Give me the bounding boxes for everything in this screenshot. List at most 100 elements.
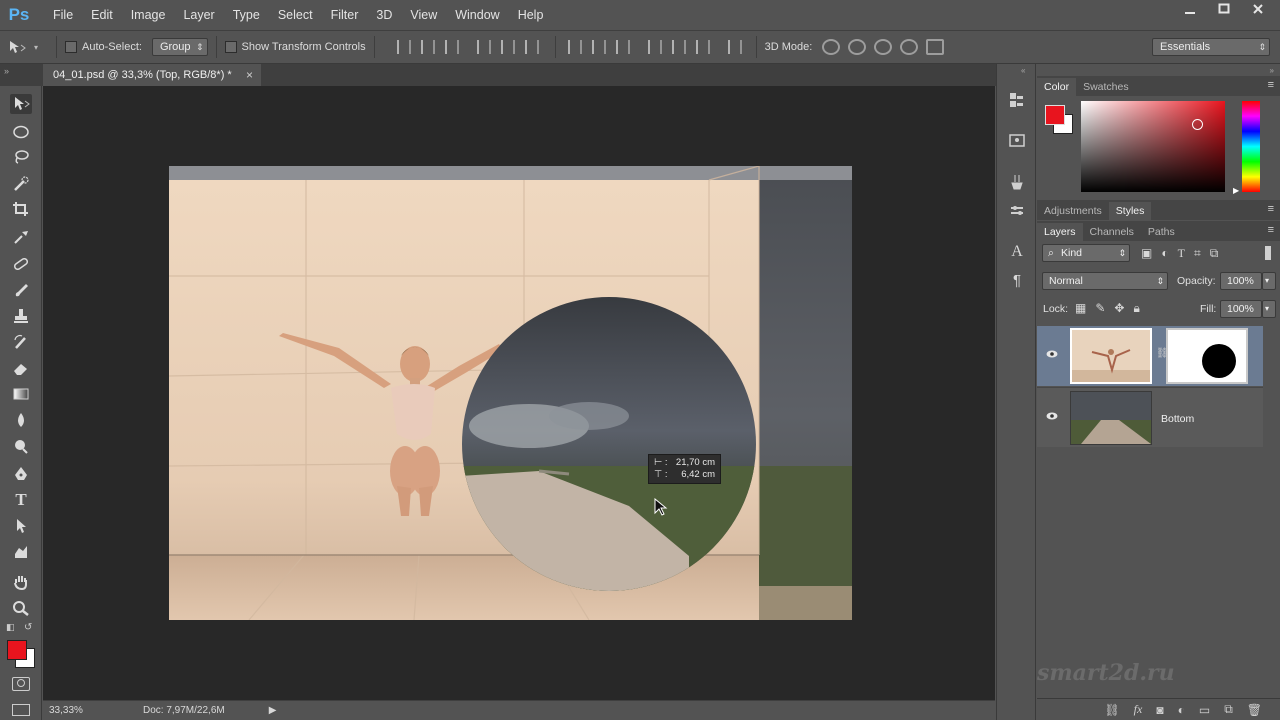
distribute-right-icon[interactable] [695,40,710,54]
default-colors-icon[interactable]: ◧ [6,622,15,633]
menu-file[interactable]: File [44,0,82,30]
align-right-icon[interactable] [524,40,539,54]
new-adjustment-layer-icon[interactable]: ◐ [1178,703,1185,717]
3d-rotate-icon[interactable] [822,39,841,55]
distribute-bottom-icon[interactable] [615,40,630,54]
quick-select-icon[interactable] [10,174,32,194]
eraser-icon[interactable] [10,358,32,378]
align-top-icon[interactable] [396,40,411,54]
custom-shape-icon[interactable] [10,542,32,562]
tab-swatches[interactable]: Swatches [1076,78,1136,96]
tab-channels[interactable]: Channels [1083,223,1141,241]
panel-menu-icon[interactable]: ≡ [1268,79,1274,91]
layer-thumbnail-top[interactable] [1070,328,1152,384]
hue-slider[interactable] [1242,101,1260,192]
distribute-top-icon[interactable] [567,40,582,54]
visibility-eye-icon[interactable] [1046,410,1058,422]
menu-type[interactable]: Type [224,0,269,30]
lock-pixels-icon[interactable]: ✎ [1095,301,1105,316]
blend-mode-dropdown[interactable]: Normal ⇕ [1042,272,1168,290]
tab-adjustments[interactable]: Adjustments [1037,202,1109,220]
filter-smart-object-icon[interactable]: ⧉ [1210,246,1219,261]
menu-filter[interactable]: Filter [322,0,368,30]
filter-type-icon[interactable]: T [1178,246,1185,261]
eyedropper-icon[interactable] [10,226,32,246]
properties-panel-icon[interactable] [1007,130,1027,150]
fill-dropdown-icon[interactable]: ▾ [1262,300,1276,318]
crop-icon[interactable] [10,199,32,219]
document-tab[interactable]: 04_01.psd @ 33,3% (Top, RGB/8*) * × [43,64,261,86]
brush-icon[interactable] [10,280,32,300]
move-tool-icon[interactable] [10,94,32,114]
preset-dropdown-icon[interactable]: ▾ [34,43,38,52]
lasso-icon[interactable] [10,147,32,167]
clone-source-panel-icon[interactable] [1007,200,1027,220]
distribute-hcenter-icon[interactable] [671,40,686,54]
menu-view[interactable]: View [401,0,446,30]
menu-help[interactable]: Help [509,0,553,30]
auto-select-dropdown[interactable]: Group [151,38,208,56]
3d-scale-icon[interactable] [926,39,945,55]
collapse-dock-icon[interactable]: « [1021,66,1025,75]
3d-drag-icon[interactable] [874,39,893,55]
layer-row-top[interactable]: ⛓︎ [1037,326,1263,386]
quick-mask-icon[interactable] [12,677,30,691]
swap-colors-icon[interactable]: ↺ [24,622,32,633]
lock-position-icon[interactable]: ✥ [1114,301,1124,316]
menu-3d[interactable]: 3D [367,0,401,30]
delete-layer-icon[interactable]: 🗑︎ [1247,703,1262,717]
tab-layers[interactable]: Layers [1037,223,1083,241]
brush-presets-panel-icon[interactable] [1007,172,1027,192]
pen-icon[interactable] [10,464,32,484]
path-select-icon[interactable] [10,516,32,536]
align-bottom-icon[interactable] [444,40,459,54]
minimize-button[interactable] [1176,0,1204,18]
menu-layer[interactable]: Layer [174,0,223,30]
healing-brush-icon[interactable] [10,254,32,274]
layer-filter-kind[interactable]: ⌕ Kind ⇕ [1042,244,1130,262]
show-transform-option[interactable]: Show Transform Controls [224,41,366,53]
fill-input[interactable]: 100% [1220,300,1262,318]
paragraph-panel-icon[interactable]: ¶ [1007,270,1027,290]
new-layer-icon[interactable]: ⧉ [1224,702,1233,717]
auto-select-option[interactable]: Auto-Select: [65,41,142,53]
canvas-area[interactable]: ⊢ : 21,70 cm ⊤ : 6,42 cm [43,86,995,700]
add-mask-icon[interactable]: ◙ [1156,703,1163,717]
lock-transparency-icon[interactable]: ▦ [1075,301,1086,316]
history-panel-icon[interactable] [1007,90,1027,110]
menu-select[interactable]: Select [269,0,322,30]
auto-select-checkbox[interactable] [65,41,78,53]
menu-image[interactable]: Image [122,0,175,30]
auto-align-icon[interactable] [727,40,742,54]
tab-color[interactable]: Color [1037,78,1077,96]
dodge-icon[interactable] [10,436,32,456]
collapse-panels-icon[interactable]: » [1037,66,1274,75]
show-transform-checkbox[interactable] [224,41,237,53]
distribute-left-icon[interactable] [647,40,662,54]
filter-shape-icon[interactable]: ⌗ [1194,246,1201,261]
3d-slide-icon[interactable] [900,39,919,55]
filter-adjustment-icon[interactable]: ◐ [1161,246,1168,261]
lock-all-icon[interactable]: 🔒︎ [1133,301,1139,316]
color-panel-fg-swatch[interactable] [1045,105,1065,125]
opacity-dropdown-icon[interactable]: ▾ [1262,272,1276,290]
new-group-icon[interactable]: ▭ [1199,703,1210,717]
screen-mode-icon[interactable] [12,704,30,716]
tab-paths[interactable]: Paths [1141,223,1182,241]
layer-name-bottom[interactable]: Bottom [1161,413,1194,425]
gradient-icon[interactable] [10,384,32,404]
workspace-dropdown[interactable]: Essentials [1152,38,1270,56]
tab-styles[interactable]: Styles [1108,202,1152,220]
document-canvas[interactable] [169,166,852,620]
layer-mask-thumbnail[interactable] [1166,328,1248,384]
filter-pixel-icon[interactable]: ▣ [1141,246,1152,261]
menu-window[interactable]: Window [446,0,508,30]
align-left-icon[interactable] [476,40,491,54]
maximize-button[interactable] [1210,0,1238,18]
3d-roll-icon[interactable] [848,39,867,55]
character-panel-icon[interactable]: A [1007,242,1027,262]
link-layers-icon[interactable]: ⛓︎ [1104,703,1119,717]
filter-toggle[interactable] [1265,246,1271,260]
blur-icon[interactable] [10,410,32,430]
close-window-button[interactable] [1244,0,1272,18]
